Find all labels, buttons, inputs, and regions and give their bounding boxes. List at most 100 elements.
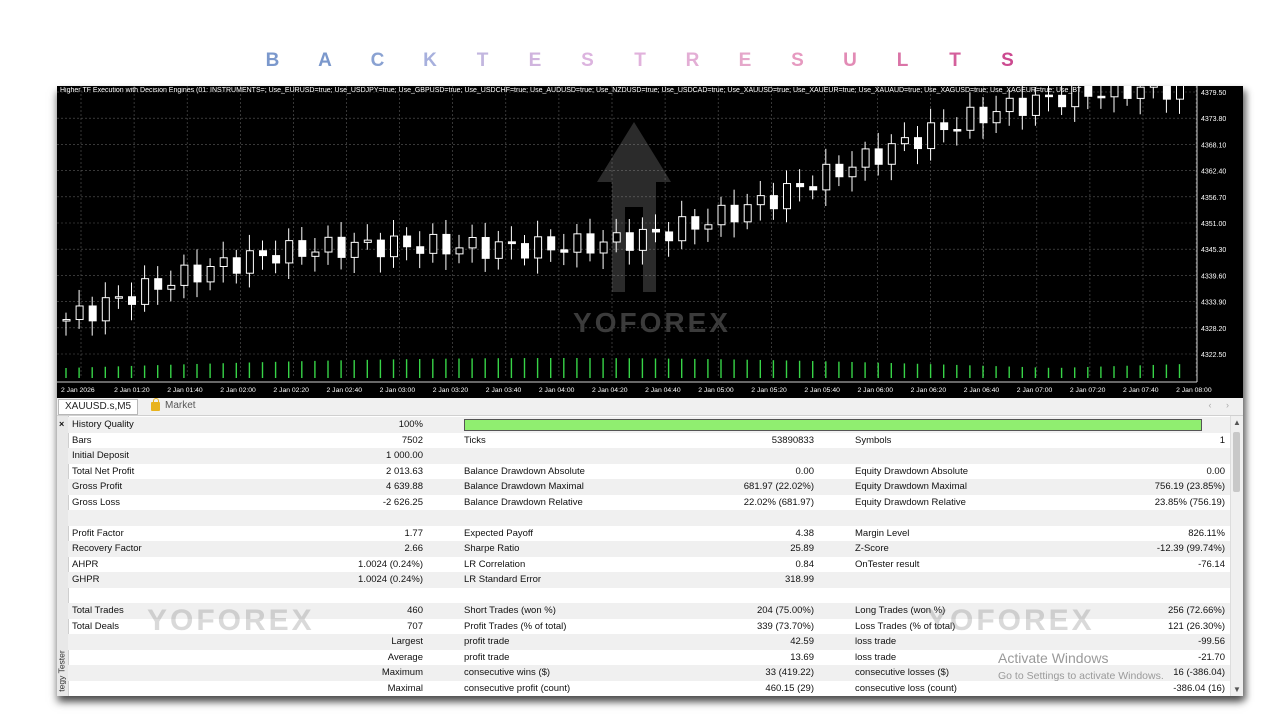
- stat-value: Maximum: [381, 667, 423, 678]
- candle-body: [311, 251, 320, 257]
- candle-body: [586, 233, 595, 254]
- candle-body: [232, 257, 241, 274]
- time-tick-label: 2 Jan 07:40: [1123, 387, 1159, 394]
- activate-windows-title: Activate Windows: [998, 650, 1109, 666]
- candle-body: [337, 236, 346, 258]
- candle-body: [363, 239, 372, 243]
- candle-body: [625, 232, 634, 251]
- stat-label: Z-Score: [855, 543, 889, 554]
- price-tick-label: 4339.60: [1201, 273, 1226, 280]
- candle-body: [900, 137, 909, 145]
- stat-value: 1: [1219, 434, 1225, 446]
- candle-body: [272, 255, 281, 264]
- scroll-down-icon[interactable]: ▼: [1233, 685, 1241, 694]
- banner-letter: C: [370, 50, 385, 71]
- stat-value: 1.77: [404, 527, 424, 539]
- history-quality-label: History Quality: [72, 419, 134, 430]
- candle-body: [704, 224, 713, 230]
- stat-value: Maximal: [387, 682, 423, 694]
- report-scrollbar[interactable]: ▲ ▼: [1230, 416, 1243, 696]
- candle-body: [848, 166, 857, 178]
- candle-body: [691, 216, 700, 230]
- activate-windows-subtitle: Go to Settings to activate Windows.: [998, 670, 1164, 682]
- price-tick-label: 4362.40: [1201, 169, 1226, 176]
- price-chart[interactable]: YOFOREX 4379.50 4373.80 4368.10 4362.40 4356.…: [57, 86, 1243, 398]
- banner-letter: B: [265, 50, 280, 71]
- candle-body: [390, 235, 398, 258]
- banner-letter: E: [738, 50, 752, 71]
- stat-value: 256 (72.66%): [1167, 605, 1225, 616]
- time-tick-label: 2 Jan 06:20: [911, 387, 947, 394]
- table-row: [68, 588, 1231, 604]
- banner-letter: K: [423, 50, 437, 71]
- stat-label: Gross Profit: [72, 481, 123, 492]
- time-tick-label: 2 Jan 02:00: [220, 387, 256, 394]
- stat-value: -76.14: [1198, 558, 1225, 570]
- stat-value: 460: [407, 605, 423, 616]
- chart-watermark-text: YOFOREX: [573, 307, 731, 338]
- stat-label: consecutive loss (count): [855, 682, 957, 694]
- stat-label: Symbols: [855, 434, 892, 446]
- stat-label: AHPR: [72, 558, 99, 570]
- table-row: Largest profit trade 42.59 loss trade -99.56: [68, 634, 1231, 650]
- candle-body: [914, 137, 922, 150]
- time-tick-label: 2 Jan 06:00: [858, 387, 894, 394]
- time-tick-label: 2 Jan 07:20: [1070, 387, 1106, 394]
- banner-letter: R: [685, 50, 700, 71]
- candle-body: [979, 106, 988, 124]
- candle-body: [756, 195, 765, 206]
- stat-value: -2 626.25: [382, 496, 423, 508]
- close-icon[interactable]: ×: [59, 419, 64, 429]
- scroll-thumb[interactable]: [1233, 432, 1240, 492]
- price-tick-label: 4368.10: [1201, 142, 1226, 149]
- banner-letter: L: [896, 50, 909, 71]
- candle-body: [966, 106, 975, 131]
- price-tick-label: 4373.80: [1201, 116, 1226, 123]
- scroll-up-icon[interactable]: ▲: [1233, 418, 1241, 427]
- tab-market-label: Market: [165, 400, 196, 411]
- chart-caption: Higher TF Execution with Decision Engine…: [60, 87, 1082, 94]
- stat-label: LR Correlation: [464, 558, 526, 570]
- stat-label: consecutive profit (count): [464, 682, 571, 694]
- symbol-tab-bar: XAUUSD.s,M5 Market ‹ ›: [57, 397, 1243, 416]
- stat-value: 42.59: [790, 636, 814, 647]
- candle-body: [927, 122, 936, 150]
- tab-xauusd-m5[interactable]: XAUUSD.s,M5: [58, 399, 139, 415]
- candle-body: [350, 241, 359, 258]
- time-tick-label: 2 Jan 02:20: [273, 387, 309, 394]
- candle-body: [1045, 94, 1053, 98]
- candle-body: [416, 246, 425, 254]
- banner-letter: T: [476, 50, 489, 71]
- candle-body: [769, 195, 778, 210]
- stat-label: Profit Factor: [72, 527, 124, 539]
- table-row: Total Deals 707 Profit Trades (% of total)…: [68, 619, 1231, 635]
- stat-label: loss trade: [855, 636, 897, 647]
- stat-value: 4.38: [795, 527, 815, 539]
- stat-value: 460.15 (29): [765, 682, 814, 694]
- stat-label: Total Trades: [72, 605, 124, 616]
- candle-body: [128, 296, 136, 305]
- candle-body: [743, 204, 752, 223]
- strategy-tester-label: tegy Tester: [57, 650, 67, 692]
- stat-value: 121 (26.30%): [1167, 620, 1225, 632]
- candle-body: [219, 257, 228, 267]
- history-quality-row: History Quality 100%: [68, 417, 1231, 433]
- candle-body: [796, 183, 805, 188]
- candle-body: [1097, 95, 1106, 99]
- time-tick-label: 2 Jan 04:00: [539, 387, 575, 394]
- strategy-tester-window: YOFOREX 4379.50 4373.80 4368.10 4362.40 4356.…: [57, 86, 1243, 696]
- table-row: Maximal consecutive profit (count) 460.15 …: [68, 681, 1231, 697]
- stat-value: 1 000.00: [386, 450, 423, 461]
- tab-scroll-arrows[interactable]: ‹ ›: [1209, 400, 1236, 410]
- time-tick-label: 2 Jan 05:00: [698, 387, 734, 394]
- stat-value: 0.00: [1206, 465, 1226, 477]
- candle-body: [376, 239, 385, 258]
- table-row: Recovery Factor 2.66 Sharpe Ratio 25.89 Z-Sc…: [68, 541, 1231, 557]
- candle-body: [638, 228, 647, 251]
- stat-label: Profit Trades (% of total): [464, 620, 567, 632]
- candle-body: [783, 183, 791, 210]
- candle-body: [547, 236, 556, 251]
- time-tick-label: 2 Jan 07:00: [1017, 387, 1053, 394]
- banner-letter: A: [318, 50, 332, 71]
- tab-market[interactable]: Market: [145, 397, 202, 413]
